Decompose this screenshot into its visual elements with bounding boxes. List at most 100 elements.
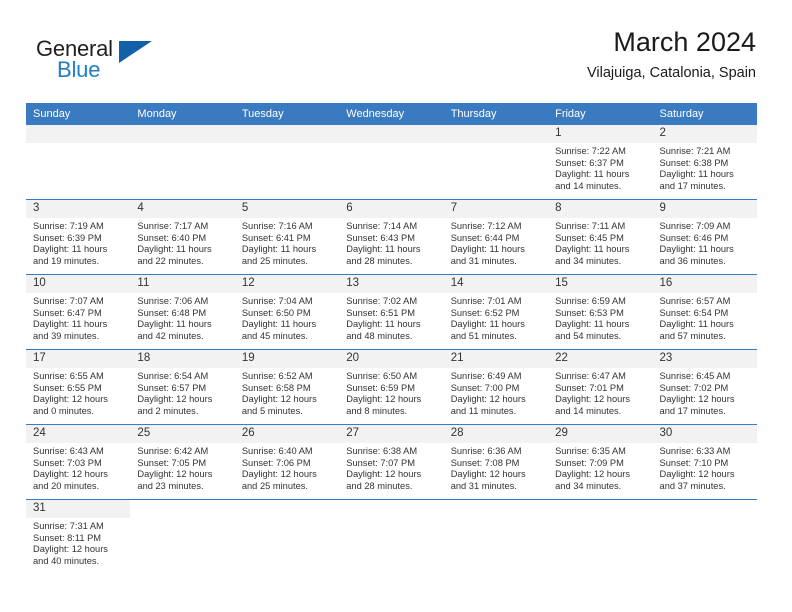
calendar-day-cell-empty bbox=[26, 125, 131, 199]
sunrise-text: Sunrise: 6:33 AM bbox=[659, 446, 731, 456]
sunrise-text: Sunrise: 6:45 AM bbox=[659, 371, 731, 381]
day-sun-info: Sunrise: 7:22 AM Sunset: 6:37 PM Daylight:… bbox=[548, 143, 652, 192]
daylight-text-line1: Daylight: 12 hours bbox=[33, 469, 108, 480]
day-number: 2 bbox=[652, 125, 757, 143]
daylight-text-line2: and 34 minutes. bbox=[555, 480, 622, 491]
calendar-day-cell[interactable]: 7 Sunrise: 7:12 AM Sunset: 6:44 PM Daylight… bbox=[443, 200, 549, 274]
daylight-text-line1: Daylight: 12 hours bbox=[346, 469, 422, 480]
sunset-text: Sunset: 6:37 PM bbox=[555, 157, 624, 168]
calendar-day-cell[interactable]: 15 Sunrise: 6:59 AM Sunset: 6:53 PM Dayligh… bbox=[548, 275, 653, 349]
daylight-text-line1: Daylight: 11 hours bbox=[33, 244, 108, 255]
sunset-text: Sunset: 6:43 PM bbox=[346, 232, 415, 243]
sunrise-text: Sunrise: 6:47 AM bbox=[555, 371, 626, 381]
calendar-day-cell[interactable]: 10 Sunrise: 7:07 AM Sunset: 6:47 PM Dayligh… bbox=[26, 275, 131, 349]
calendar-day-cell[interactable]: 6 Sunrise: 7:14 AM Sunset: 6:43 PM Daylight… bbox=[339, 200, 444, 274]
day-sun-info: Sunrise: 7:02 AM Sunset: 6:51 PM Daylight:… bbox=[339, 293, 443, 342]
calendar-day-cell[interactable]: 5 Sunrise: 7:16 AM Sunset: 6:41 PM Daylight… bbox=[234, 200, 340, 274]
calendar-day-cell[interactable]: 1 Sunrise: 7:22 AM Sunset: 6:37 PM Daylight… bbox=[548, 125, 653, 199]
day-number: 13 bbox=[339, 275, 444, 293]
calendar-day-cell[interactable]: 28 Sunrise: 6:36 AM Sunset: 7:08 PM Dayligh… bbox=[443, 425, 549, 499]
daylight-text-line1: Daylight: 12 hours bbox=[33, 394, 108, 405]
day-number bbox=[443, 125, 549, 143]
day-sun-info: Sunrise: 6:59 AM Sunset: 6:53 PM Daylight:… bbox=[548, 293, 652, 342]
sunset-text: Sunset: 6:46 PM bbox=[659, 232, 729, 243]
daylight-text-line1: Daylight: 12 hours bbox=[450, 469, 526, 480]
calendar-day-cell[interactable]: 31 Sunrise: 7:31 AM Sunset: 8:11 PM Dayligh… bbox=[26, 500, 131, 574]
day-number: 5 bbox=[234, 200, 340, 218]
calendar-day-cell[interactable]: 2 Sunrise: 7:21 AM Sunset: 6:38 PM Daylight… bbox=[652, 125, 757, 199]
sunset-text: Sunset: 6:39 PM bbox=[33, 232, 102, 243]
calendar-grid: Sunday Monday Tuesday Wednesday Thursday… bbox=[26, 103, 757, 574]
sunset-text: Sunset: 6:59 PM bbox=[346, 382, 415, 393]
day-number: 18 bbox=[130, 350, 235, 368]
calendar-day-cell[interactable]: 8 Sunrise: 7:11 AM Sunset: 6:45 PM Daylight… bbox=[548, 200, 653, 274]
sunset-text: Sunset: 6:47 PM bbox=[33, 307, 102, 318]
sunrise-text: Sunrise: 7:31 AM bbox=[33, 521, 104, 531]
daylight-text-line1: Daylight: 11 hours bbox=[659, 319, 734, 330]
calendar-day-cell[interactable]: 20 Sunrise: 6:50 AM Sunset: 6:59 PM Dayligh… bbox=[339, 350, 444, 424]
calendar-day-cell[interactable]: 18 Sunrise: 6:54 AM Sunset: 6:57 PM Dayligh… bbox=[130, 350, 235, 424]
daylight-text-line1: Daylight: 11 hours bbox=[555, 244, 630, 255]
calendar-day-cell[interactable]: 30 Sunrise: 6:33 AM Sunset: 7:10 PM Dayligh… bbox=[652, 425, 757, 499]
calendar-day-cell[interactable]: 17 Sunrise: 6:55 AM Sunset: 6:55 PM Dayligh… bbox=[26, 350, 131, 424]
day-number: 7 bbox=[443, 200, 549, 218]
day-sun-info: Sunrise: 6:43 AM Sunset: 7:03 PM Daylight:… bbox=[26, 443, 130, 492]
general-blue-logo: General Blue bbox=[36, 36, 166, 86]
calendar-day-cell[interactable]: 25 Sunrise: 6:42 AM Sunset: 7:05 PM Dayligh… bbox=[130, 425, 235, 499]
calendar-day-cell[interactable]: 22 Sunrise: 6:47 AM Sunset: 7:01 PM Dayligh… bbox=[548, 350, 653, 424]
sunrise-text: Sunrise: 7:16 AM bbox=[241, 221, 313, 231]
calendar-day-cell[interactable]: 16 Sunrise: 6:57 AM Sunset: 6:54 PM Dayligh… bbox=[652, 275, 757, 349]
day-number: 3 bbox=[26, 200, 131, 218]
calendar-day-cell[interactable]: 4 Sunrise: 7:17 AM Sunset: 6:40 PM Daylight… bbox=[130, 200, 235, 274]
day-number: 4 bbox=[130, 200, 235, 218]
sunset-text: Sunset: 6:53 PM bbox=[555, 307, 624, 318]
sunset-text: Sunset: 8:11 PM bbox=[33, 532, 102, 543]
sunset-text: Sunset: 6:45 PM bbox=[555, 232, 624, 243]
calendar-day-cell[interactable]: 11 Sunrise: 7:06 AM Sunset: 6:48 PM Dayligh… bbox=[130, 275, 235, 349]
calendar-day-cell[interactable]: 27 Sunrise: 6:38 AM Sunset: 7:07 PM Dayligh… bbox=[339, 425, 444, 499]
calendar-day-cell[interactable]: 24 Sunrise: 6:43 AM Sunset: 7:03 PM Dayligh… bbox=[26, 425, 131, 499]
calendar-day-cell[interactable]: 13 Sunrise: 7:02 AM Sunset: 6:51 PM Dayligh… bbox=[339, 275, 444, 349]
weekday-header-sunday: Sunday bbox=[33, 108, 71, 120]
daylight-text-line2: and 39 minutes. bbox=[33, 330, 100, 341]
daylight-text-line2: and 57 minutes. bbox=[659, 330, 726, 341]
daylight-text-line2: and 19 minutes. bbox=[33, 255, 100, 266]
sunrise-text: Sunrise: 7:11 AM bbox=[555, 221, 626, 231]
day-sun-info: Sunrise: 7:16 AM Sunset: 6:41 PM Daylight:… bbox=[235, 218, 339, 267]
calendar-day-cell[interactable]: 12 Sunrise: 7:04 AM Sunset: 6:50 PM Dayligh… bbox=[234, 275, 340, 349]
calendar-day-cell[interactable]: 23 Sunrise: 6:45 AM Sunset: 7:02 PM Dayligh… bbox=[652, 350, 757, 424]
calendar-day-cell-empty bbox=[234, 125, 340, 199]
sunset-text: Sunset: 7:03 PM bbox=[33, 457, 102, 468]
day-number: 1 bbox=[548, 125, 653, 143]
day-sun-info: Sunrise: 6:45 AM Sunset: 7:02 PM Daylight:… bbox=[653, 368, 757, 417]
sunrise-text: Sunrise: 6:40 AM bbox=[241, 446, 313, 456]
sunrise-text: Sunrise: 7:14 AM bbox=[346, 221, 418, 231]
daylight-text-line2: and 17 minutes. bbox=[659, 180, 726, 191]
calendar-day-cell[interactable]: 26 Sunrise: 6:40 AM Sunset: 7:06 PM Dayligh… bbox=[234, 425, 340, 499]
sunrise-text: Sunrise: 6:59 AM bbox=[555, 296, 626, 306]
day-number: 19 bbox=[234, 350, 340, 368]
daylight-text-line1: Daylight: 12 hours bbox=[450, 394, 526, 405]
sunrise-text: Sunrise: 7:07 AM bbox=[33, 296, 104, 306]
daylight-text-line1: Daylight: 11 hours bbox=[241, 319, 317, 330]
calendar-day-cell[interactable]: 9 Sunrise: 7:09 AM Sunset: 6:46 PM Daylight… bbox=[652, 200, 757, 274]
daylight-text-line2: and 34 minutes. bbox=[555, 255, 622, 266]
daylight-text-line2: and 14 minutes. bbox=[555, 405, 622, 416]
day-number: 11 bbox=[130, 275, 235, 293]
calendar-day-cell[interactable]: 14 Sunrise: 7:01 AM Sunset: 6:52 PM Dayligh… bbox=[443, 275, 549, 349]
sunset-text: Sunset: 6:41 PM bbox=[241, 232, 311, 243]
day-sun-info: Sunrise: 6:57 AM Sunset: 6:54 PM Daylight:… bbox=[653, 293, 757, 342]
sunset-text: Sunset: 6:44 PM bbox=[450, 232, 520, 243]
calendar-day-cell[interactable]: 19 Sunrise: 6:52 AM Sunset: 6:58 PM Dayligh… bbox=[234, 350, 340, 424]
calendar-day-cell[interactable]: 29 Sunrise: 6:35 AM Sunset: 7:09 PM Dayligh… bbox=[548, 425, 653, 499]
calendar-day-cell[interactable]: 21 Sunrise: 6:49 AM Sunset: 7:00 PM Dayligh… bbox=[443, 350, 549, 424]
day-sun-info: Sunrise: 7:21 AM Sunset: 6:38 PM Daylight:… bbox=[653, 143, 757, 192]
daylight-text-line1: Daylight: 11 hours bbox=[346, 319, 421, 330]
daylight-text-line1: Daylight: 11 hours bbox=[137, 244, 212, 255]
day-sun-info: Sunrise: 6:40 AM Sunset: 7:06 PM Daylight:… bbox=[235, 443, 339, 492]
calendar-day-cell-empty bbox=[443, 125, 549, 199]
day-number bbox=[26, 125, 131, 143]
daylight-text-line1: Daylight: 12 hours bbox=[346, 394, 422, 405]
weekday-header-tuesday: Tuesday bbox=[241, 108, 284, 120]
calendar-day-cell[interactable]: 3 Sunrise: 7:19 AM Sunset: 6:39 PM Daylight… bbox=[26, 200, 131, 274]
